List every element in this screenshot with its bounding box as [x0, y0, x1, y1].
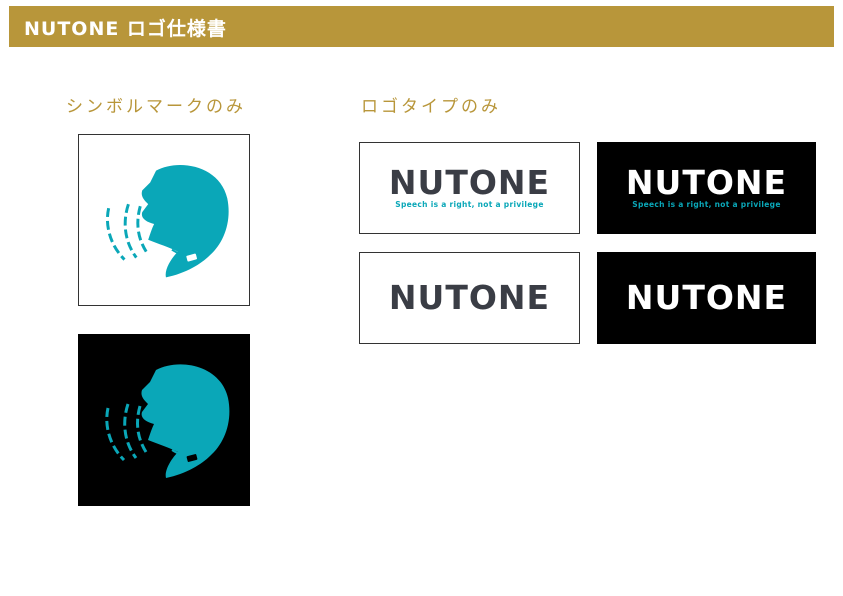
logotype-tagline-white: NUTONE Speech is a right, not a privileg…	[359, 142, 580, 234]
logotype-black: NUTONE	[597, 252, 816, 344]
symbol-mark-white	[78, 134, 250, 306]
wordmark: NUTONE	[388, 163, 551, 202]
symbol-section-label: シンボルマークのみ	[66, 97, 246, 117]
logotype-white: NUTONE	[359, 252, 580, 344]
speaking-head-with-headset-icon	[105, 364, 230, 478]
logotype-section-label: ロゴタイプのみ	[361, 97, 501, 117]
speaking-head-with-headset-icon	[106, 164, 229, 278]
wordmark: NUTONE	[625, 163, 788, 202]
tagline: Speech is a right, not a privilege	[632, 200, 781, 209]
header-bar: NUTONE ロゴ仕様書	[9, 6, 834, 47]
logotype-tagline-black: NUTONE Speech is a right, not a privileg…	[597, 142, 816, 234]
wordmark: NUTONE	[388, 278, 551, 317]
wordmark: NUTONE	[625, 278, 788, 317]
page-title: NUTONE ロゴ仕様書	[24, 18, 227, 40]
tagline: Speech is a right, not a privilege	[395, 200, 544, 209]
symbol-mark-black	[78, 334, 250, 506]
